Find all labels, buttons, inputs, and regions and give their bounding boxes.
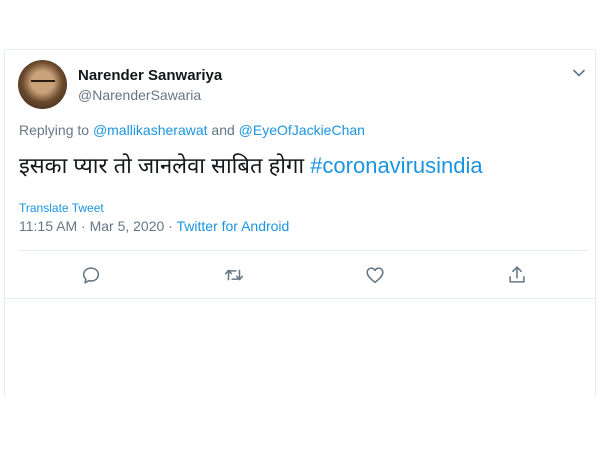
tweet-meta: 11:15 AM · Mar 5, 2020 · Twitter for And… xyxy=(19,218,289,234)
tweet-date[interactable]: Mar 5, 2020 xyxy=(90,218,165,234)
tweet-source[interactable]: Twitter for Android xyxy=(177,218,290,234)
author-name[interactable]: Narender Sanwariya xyxy=(78,67,222,84)
actions-divider xyxy=(19,250,588,251)
reply-mention-2[interactable]: @EyeOfJackieChan xyxy=(239,122,365,138)
share-icon[interactable] xyxy=(506,264,528,286)
heart-icon[interactable] xyxy=(364,264,386,286)
meta-separator-1: · xyxy=(77,218,90,234)
tweet-text: इसका प्यार तो जानलेवा साबित होगा #corona… xyxy=(19,150,483,180)
replying-prefix: Replying to xyxy=(19,122,93,138)
replying-to: Replying to @mallikasherawat and @EyeOfJ… xyxy=(19,122,365,138)
reply-icon[interactable] xyxy=(80,264,102,286)
translate-link[interactable]: Translate Tweet xyxy=(19,201,104,215)
avatar-glasses xyxy=(31,80,55,88)
reply-joiner: and xyxy=(207,122,239,138)
tweet-time[interactable]: 11:15 AM xyxy=(19,218,77,234)
avatar[interactable] xyxy=(18,60,67,109)
tweet-body: इसका प्यार तो जानलेवा साबित होगा xyxy=(19,153,311,178)
chevron-down-icon[interactable] xyxy=(572,66,586,80)
author-handle[interactable]: @NarenderSawaria xyxy=(78,87,201,103)
card-divider xyxy=(4,298,596,299)
hashtag-link[interactable]: #coronavirusindia xyxy=(310,153,482,178)
retweet-icon[interactable] xyxy=(223,264,245,286)
reply-mention-1[interactable]: @mallikasherawat xyxy=(93,122,208,138)
meta-separator-2: · xyxy=(164,218,177,234)
